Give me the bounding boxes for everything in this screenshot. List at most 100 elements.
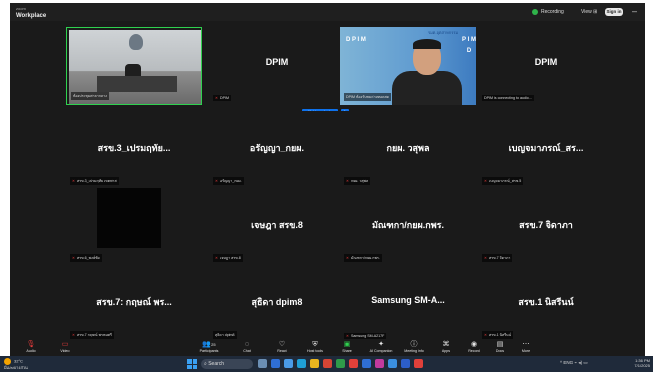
participant-tile[interactable]: ห้องประชุมศาลากลาง: [66, 27, 202, 105]
participant-label: DPIM is connecting to audio...: [482, 95, 534, 101]
apps-icon: ⌘: [442, 341, 450, 348]
participant-tile[interactable]: อรัญญา_กยผ. ✕ อรัญญา_กยผ.: [209, 111, 345, 189]
weather-widget[interactable]: 32°C มีเมฆบางส่วน: [4, 358, 28, 370]
meeting-info-button[interactable]: ⓘ Meeting info: [399, 340, 429, 356]
recording-label[interactable]: Recording: [541, 9, 564, 15]
person-body: [392, 71, 462, 105]
participant-name: สรข.7 จิดาภา: [519, 220, 573, 230]
apps-button[interactable]: ⌘ Apps: [431, 340, 461, 356]
participant-tile[interactable]: DPIM ✕ DPIM: [209, 27, 345, 105]
ai-companion-button[interactable]: ✦ AI Companion: [366, 340, 396, 356]
participant-tile[interactable]: DPIM DPIM is connecting to audio...: [478, 27, 614, 105]
participant-tile[interactable]: ✕ สรข.6_พงษ์ชัย: [66, 188, 202, 266]
system-tray[interactable]: ^ ENG ⌁ ◂) ▭: [560, 360, 588, 366]
participant-tile[interactable]: มัณฑกา/กยผ.กพร. ✕ มัณฑกา/กยผ.กพร.: [340, 188, 476, 266]
os-taskbar: 32°C มีเมฆบางส่วน ⌕ Search ^ ENG ⌁ ◂) ▭ …: [0, 356, 653, 372]
participant-name: DPIM: [265, 57, 289, 67]
mic-muted-icon: 🎙: [26, 341, 36, 348]
app-icon[interactable]: [336, 359, 345, 368]
minimize-button[interactable]: –: [632, 6, 637, 16]
participant-label: ✕ สรข.1 นิสรีนน์: [482, 331, 514, 339]
task-view-icon[interactable]: [258, 359, 267, 368]
participant-tile[interactable]: สุธิดา dpim8 สุธิดา dpim8: [209, 265, 345, 343]
app-icon[interactable]: [297, 359, 306, 368]
app-icon[interactable]: [375, 359, 384, 368]
chat-button[interactable]: ◌ Chat: [232, 340, 262, 356]
app-icon[interactable]: [271, 359, 280, 368]
participants-button[interactable]: 👥25 Participants: [194, 340, 224, 356]
participant-name: เบญจมาภรณ์_สร...: [508, 143, 584, 153]
brand-small: zoom: [16, 6, 26, 11]
participant-name: เจษฎา สรข.8: [251, 220, 303, 230]
participant-tile[interactable]: สรข.7 จิดาภา ✕ สรข.7 จิดาภา: [478, 188, 614, 266]
taskbar-search[interactable]: ⌕ Search: [201, 359, 253, 369]
participant-name: Samsung SM-A...: [371, 295, 445, 305]
person-hair: [413, 39, 441, 49]
pdf-icon[interactable]: [414, 359, 423, 368]
meeting-toolbar: 🎙 Audio ▭ Video 👥25 Participants ◌ Chat ♡ Rea…: [10, 339, 645, 356]
sparkle-icon: ✦: [378, 341, 384, 348]
brand-name: Workplace: [16, 13, 47, 19]
start-button[interactable]: [187, 359, 197, 369]
participant-tile[interactable]: สรข.3_เปรมฤทัย... ✕ สรข.3_เปรมฤทัย เขตพาส: [66, 111, 202, 189]
participant-name: สรข.3_เปรมฤทัย...: [97, 143, 171, 153]
participant-tile[interactable]: เบญจมาภรณ์_สร... ✕ เบญจมาภรณ์_สรข.5: [478, 111, 614, 189]
mic-muted-icon: ✕: [72, 333, 76, 337]
participant-name: กยผ. วสุพล: [386, 143, 430, 153]
video-banner: รมต.อุตสาหกรรม: [428, 30, 459, 35]
share-icon: ▣: [343, 341, 351, 348]
folder-icon[interactable]: [310, 359, 319, 368]
audio-button[interactable]: 🎙 Audio: [16, 340, 46, 356]
participant-tile[interactable]: สรข.1 นิสรีนน์ ✕ สรข.1 นิสรีนน์: [478, 265, 614, 343]
view-button[interactable]: View ⊞: [581, 9, 597, 15]
participant-label: ✕ เบญจมาภรณ์_สรข.5: [482, 177, 524, 185]
host-tools-button[interactable]: ⛨ Host tools: [300, 340, 330, 356]
shield-icon: ⛨: [312, 341, 318, 348]
chat-icon: ◌: [244, 341, 250, 348]
participant-label: ✕ สรข.3_เปรมฤทัย เขตพาส: [70, 177, 119, 185]
title-bar: zoom Workplace Recording View ⊞ Sign in …: [10, 3, 645, 21]
zoom-window: zoom Workplace Recording View ⊞ Sign in …: [10, 3, 645, 356]
side-letters-left: D P I M: [346, 37, 366, 43]
participant-tile[interactable]: D P I M P I M D รมต.อุตสาหกรรม DPIM ห้อง…: [340, 27, 476, 105]
app-icon[interactable]: [284, 359, 293, 368]
participant-label: ✕ สรข.7 กฤษณ์ พรหมศรี: [70, 331, 114, 339]
mic-muted-icon: ✕: [484, 333, 488, 337]
participant-tile[interactable]: กยผ. วสุพล ✕ กยผ. วสุพล: [340, 111, 476, 189]
mic-muted-icon: ✕: [72, 256, 76, 260]
participant-tile[interactable]: เจษฎา สรข.8 ✕ เจษฎา สรข.8: [209, 188, 345, 266]
participant-label: ✕ มัณฑกา/กยผ.กพร.: [344, 254, 382, 262]
zoom-icon[interactable]: [362, 359, 371, 368]
participant-label: ✕ สรข.7 จิดาภา: [482, 254, 513, 262]
video-off-icon: ▭: [61, 341, 69, 348]
sign-in-button[interactable]: Sign in: [605, 8, 623, 16]
react-button[interactable]: ♡ React: [267, 340, 297, 356]
participant-tile[interactable]: Samsung SM-A... ✕ Samsung SM-A217F: [340, 265, 476, 343]
mic-muted-icon: ✕: [215, 96, 219, 100]
more-icon: ⋯: [522, 341, 530, 348]
word-icon[interactable]: [401, 359, 410, 368]
mic-muted-icon: ✕: [72, 179, 76, 183]
participant-name: สุธิดา dpim8: [251, 297, 303, 307]
more-button[interactable]: ⋯ More: [511, 340, 541, 356]
video-button[interactable]: ▭ Video: [50, 340, 80, 356]
participant-label: ห้องประชุมศาลากลาง: [71, 92, 109, 100]
app-brand: zoom Workplace: [16, 6, 46, 19]
participant-label: สุธิดา dpim8: [213, 331, 237, 339]
participant-name: มัณฑกา/กยผ.กพร.: [372, 220, 444, 230]
emblem-icon: [129, 34, 143, 50]
app-icon[interactable]: [388, 359, 397, 368]
share-button[interactable]: ▣ Share: [332, 340, 362, 356]
participant-video-off: [97, 188, 161, 248]
participant-name: อรัญญา_กยผ.: [249, 143, 305, 153]
participant-name: DPIM: [534, 57, 558, 67]
taskbar-clock[interactable]: 1:36 PM 7/1/2025: [626, 358, 650, 368]
side-letters-right: P I M D: [462, 37, 476, 54]
participant-tile[interactable]: สรข.7: กฤษณ์ พร... ✕ สรข.7 กฤษณ์ พรหมศรี: [66, 265, 202, 343]
app-icon[interactable]: [323, 359, 332, 368]
app-icon[interactable]: [349, 359, 358, 368]
participant-label: ✕ เจษฎา สรข.8: [213, 254, 243, 262]
desk: [97, 76, 177, 92]
participant-label: DPIM ห้องรับชมถ่ายทอดสด: [344, 93, 391, 101]
participant-name: สรข.1 นิสรีนน์: [518, 297, 574, 307]
